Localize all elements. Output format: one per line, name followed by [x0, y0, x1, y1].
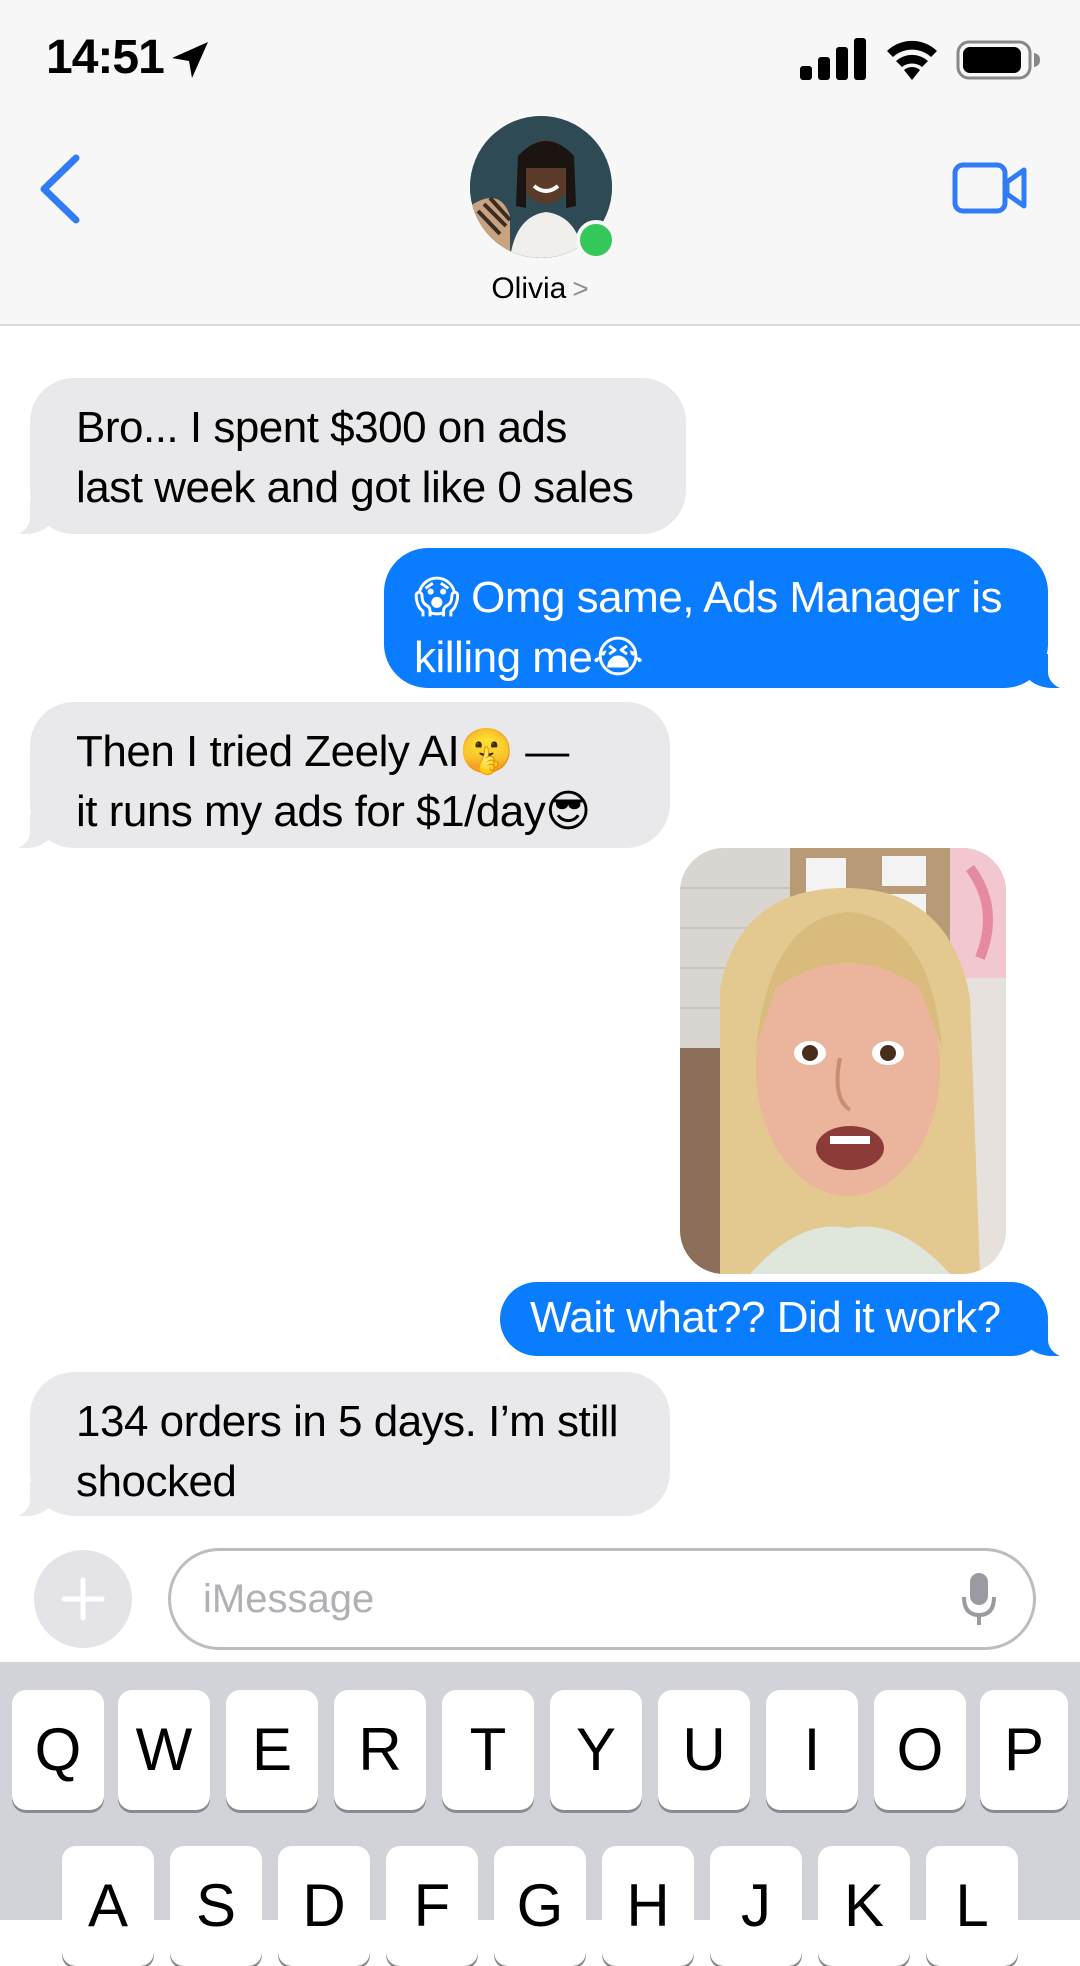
message-bubble-outgoing[interactable]: Wait what?? Did it work? [500, 1282, 1078, 1358]
microphone-icon[interactable] [961, 1571, 997, 1627]
message-text: Omg same, Ads Manager is killing me [414, 573, 1003, 682]
key-l[interactable]: L [926, 1846, 1018, 1966]
message-text: 134 orders in 5 days. I’m still shocked [76, 1397, 619, 1506]
key-h[interactable]: H [602, 1846, 694, 1966]
key-p[interactable]: P [980, 1690, 1068, 1810]
key-t[interactable]: T [442, 1690, 534, 1810]
key-j[interactable]: J [710, 1846, 802, 1966]
message-bubble-incoming[interactable]: 134 orders in 5 days. I’m still shocked [0, 1372, 670, 1518]
plus-icon [61, 1577, 105, 1621]
key-w[interactable]: W [118, 1690, 210, 1810]
battery-icon [956, 40, 1040, 80]
key-y[interactable]: Y [550, 1690, 642, 1810]
key-k[interactable]: K [818, 1846, 910, 1966]
key-q[interactable]: Q [12, 1690, 104, 1810]
shushing-face-emoji: 🤫 [459, 726, 514, 777]
online-status-dot [576, 220, 616, 260]
screaming-face-emoji: 😱 [414, 572, 460, 623]
contact-name-label: Olivia [491, 272, 567, 305]
message-text-line2: it runs my ads for $1/day [76, 787, 546, 836]
back-chevron-icon[interactable] [34, 152, 86, 226]
key-f[interactable]: F [386, 1846, 478, 1966]
status-time: 14:51 [46, 31, 165, 84]
message-text: Wait what?? Did it work? [530, 1293, 1001, 1342]
location-arrow-icon [172, 42, 208, 78]
message-bubble-outgoing[interactable]: 😱 Omg same, Ads Manager is killing me😭 [384, 548, 1078, 690]
keyboard: Q W E R T Y U I O P A S D F G H J K L [0, 1662, 1080, 1966]
apps-plus-button[interactable] [34, 1550, 132, 1648]
wifi-icon [887, 40, 937, 80]
message-text: Bro... I spent $300 on ads last week and… [76, 403, 634, 512]
key-d[interactable]: D [278, 1846, 370, 1966]
key-o[interactable]: O [874, 1690, 966, 1810]
message-text-line1: Then I tried Zeely AI [76, 727, 460, 776]
key-i[interactable]: I [766, 1690, 858, 1810]
photo-message[interactable] [680, 848, 1006, 1274]
key-r[interactable]: R [334, 1690, 426, 1810]
sunglasses-face-emoji: 😎 [545, 786, 591, 837]
key-e[interactable]: E [226, 1690, 318, 1810]
photo-image [680, 848, 1006, 1274]
cellular-signal-icon [800, 38, 866, 80]
chevron-right-icon: > [572, 273, 589, 304]
message-input[interactable]: iMessage [168, 1548, 1036, 1650]
crying-face-emoji: 😭 [592, 632, 644, 683]
message-input-placeholder: iMessage [203, 1577, 375, 1621]
contact-name[interactable]: Olivia > [0, 272, 1080, 306]
facetime-video-icon[interactable] [952, 162, 1028, 214]
message-bubble-incoming[interactable]: Bro... I spent $300 on ads last week and… [0, 378, 686, 536]
message-bubble-incoming[interactable]: Then I tried Zeely AI🤫 — it runs my ads … [0, 702, 670, 850]
key-g[interactable]: G [494, 1846, 586, 1966]
key-s[interactable]: S [170, 1846, 262, 1966]
message-text-dash: — [513, 727, 569, 776]
key-a[interactable]: A [62, 1846, 154, 1966]
key-u[interactable]: U [658, 1690, 750, 1810]
